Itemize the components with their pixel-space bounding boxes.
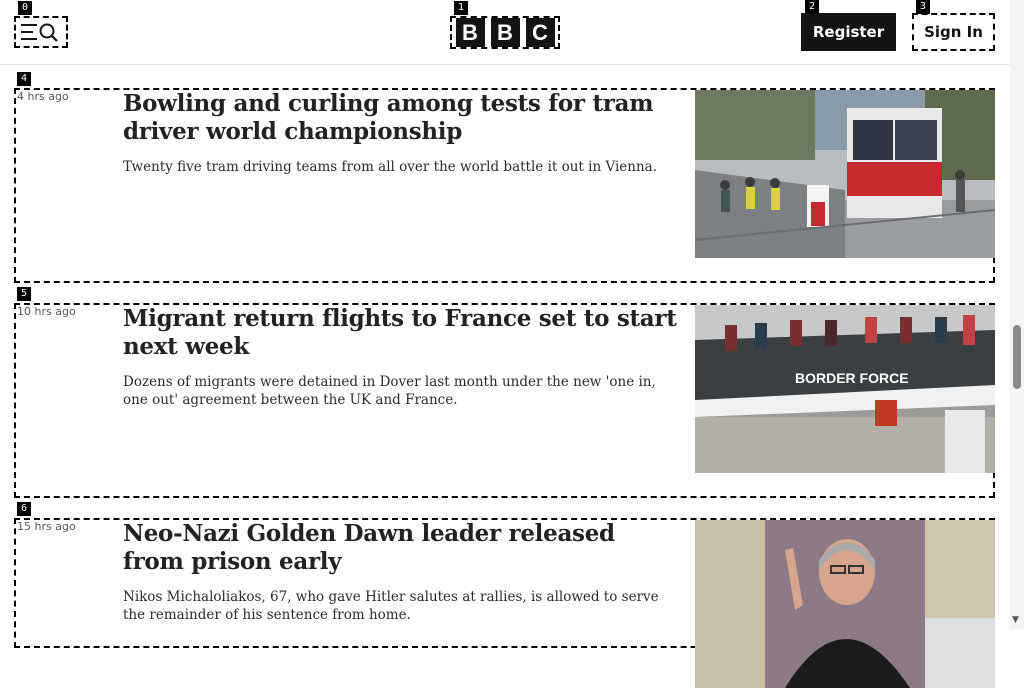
story-summary: Dozens of migrants were detained in Dove… <box>123 374 656 408</box>
logo-letter: C <box>525 18 555 47</box>
scrollbar-thumb[interactable] <box>1013 325 1021 389</box>
marker-label: 1 <box>454 1 468 15</box>
story-card[interactable]: 4 hrs ago Bowling and curling among test… <box>14 88 995 283</box>
scroll-down-arrow-icon[interactable]: ▼ <box>1012 615 1019 625</box>
story-summary: Twenty five tram driving teams from all … <box>123 159 657 175</box>
story-image[interactable]: BORDER FORCE <box>695 305 995 473</box>
site-header: 0 B B C 1 Register 2 Sign In 3 <box>0 0 1010 65</box>
menu-icon <box>21 23 58 42</box>
marker-label: 6 <box>17 502 31 516</box>
marker-label: 3 <box>916 0 930 14</box>
story-timestamp: 10 hrs ago <box>17 305 76 318</box>
menu-search-button[interactable] <box>14 16 68 48</box>
logo-letter: B <box>455 18 485 47</box>
sign-in-button[interactable]: Sign In <box>912 13 995 51</box>
story-image[interactable] <box>695 90 995 258</box>
border-force-photo: BORDER FORCE <box>695 305 995 473</box>
marker-label: 5 <box>17 287 31 301</box>
story-headline[interactable]: Neo-Nazi Golden Dawn leader released fro… <box>123 520 683 576</box>
tram-photo <box>695 90 995 258</box>
story-image[interactable] <box>695 520 995 688</box>
page-scrollbar[interactable]: ▼ <box>1010 0 1024 629</box>
story-headline[interactable]: Bowling and curling among tests for tram… <box>123 90 683 146</box>
marker-label: 2 <box>805 0 819 14</box>
story-summary: Nikos Michaloliakos, 67, who gave Hitler… <box>123 589 659 623</box>
story-card[interactable]: 10 hrs ago Migrant return flights to Fra… <box>14 303 995 498</box>
register-button[interactable]: Register <box>801 13 896 51</box>
marker-label: 4 <box>17 72 31 86</box>
story-timestamp: 4 hrs ago <box>17 90 69 103</box>
portrait-photo <box>695 520 995 688</box>
bbc-logo-link[interactable]: B B C <box>450 16 560 49</box>
image-caption-text: BORDER FORCE <box>795 370 909 386</box>
story-headline[interactable]: Migrant return flights to France set to … <box>123 305 683 361</box>
logo-letter: B <box>490 18 520 47</box>
story-timestamp: 15 hrs ago <box>17 520 76 533</box>
marker-label: 0 <box>18 1 32 15</box>
